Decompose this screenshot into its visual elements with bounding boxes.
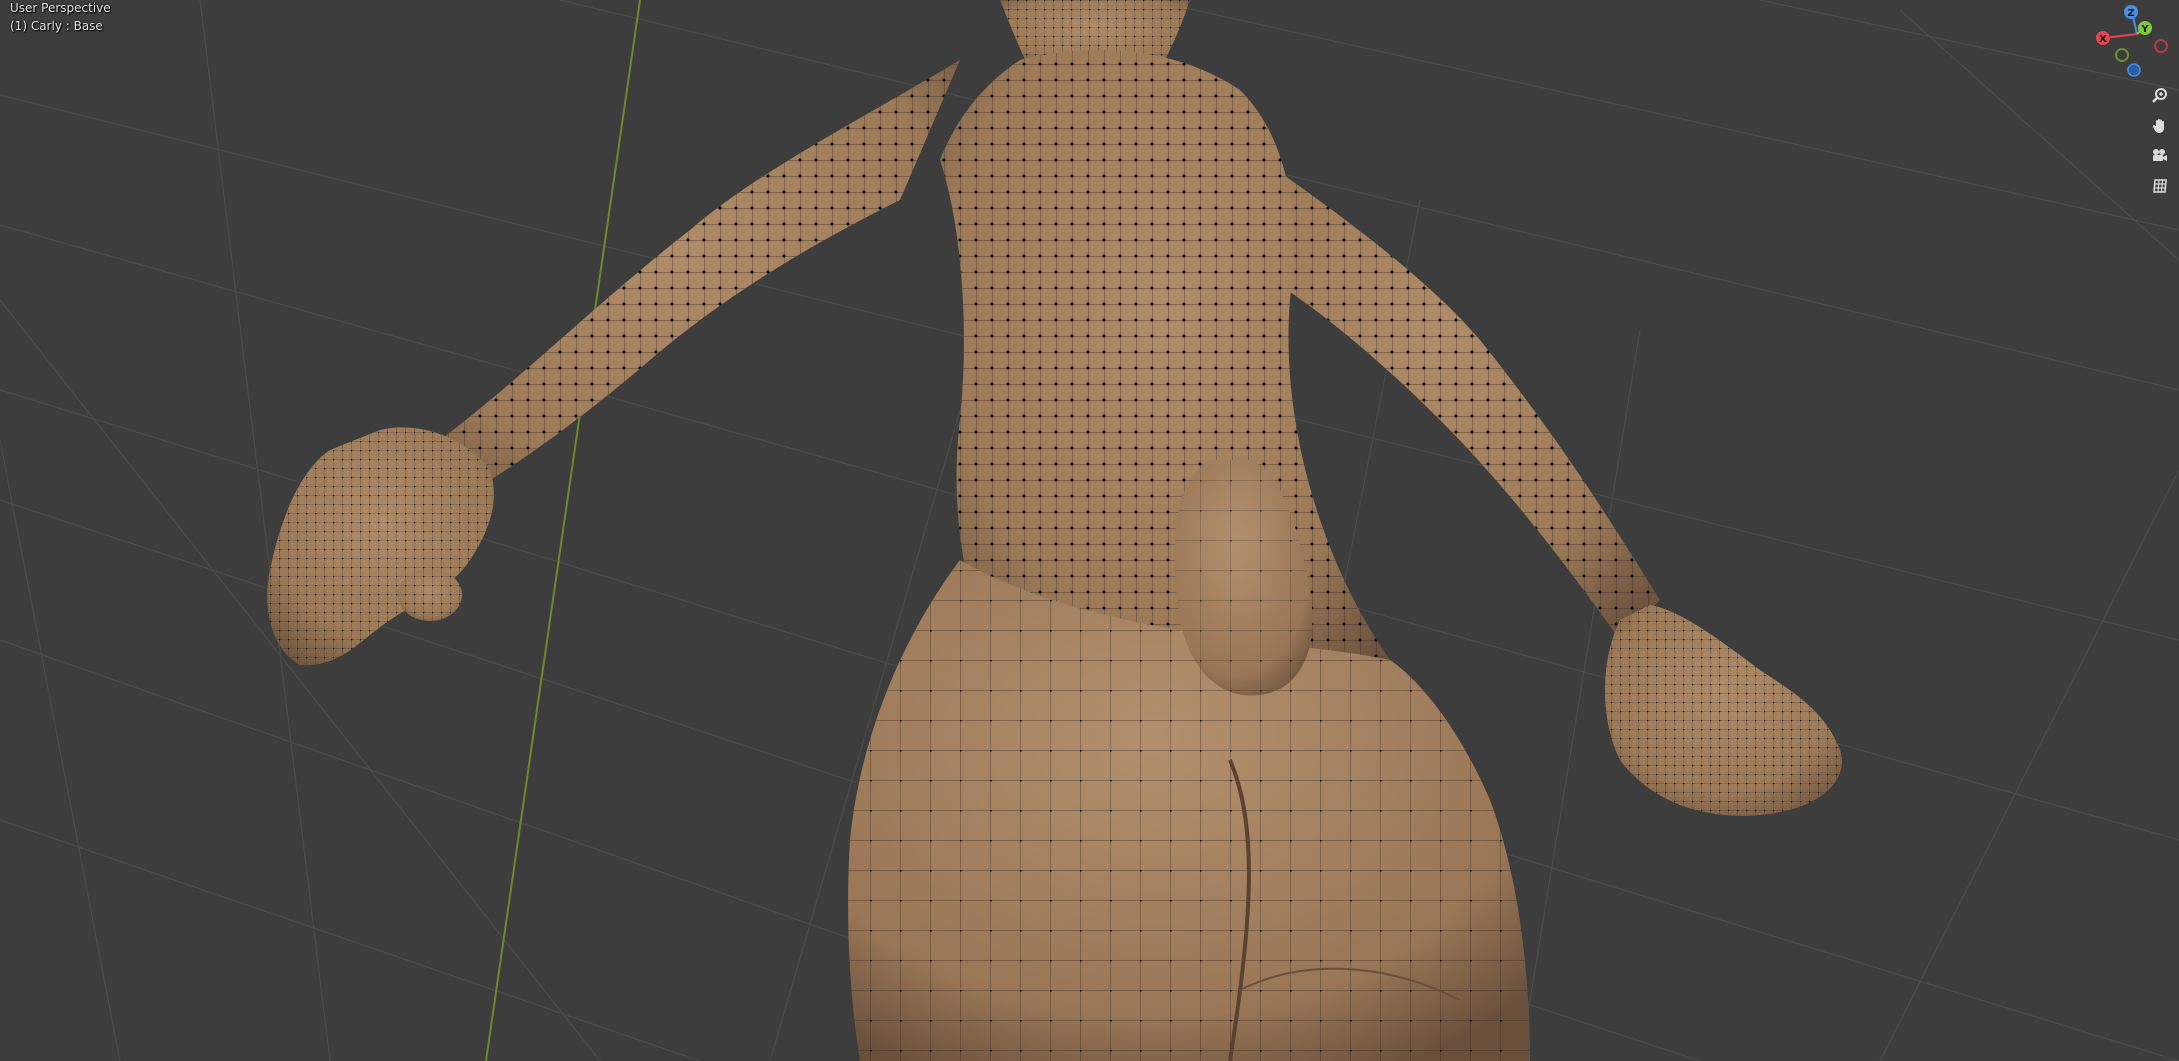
- view-name-label: User Perspective: [10, 1, 111, 15]
- y-axis-line: [485, 0, 641, 1061]
- camera-view-button[interactable]: [2146, 142, 2174, 170]
- hand-icon: [2152, 119, 2164, 133]
- gizmo-z-label: Z: [2127, 8, 2134, 19]
- gizmo-neg-y-icon: [2115, 48, 2129, 62]
- navigation-gizmo[interactable]: Z X Y: [2084, 0, 2179, 80]
- ortho-toggle-button[interactable]: [2146, 172, 2174, 200]
- pan-button[interactable]: [2146, 112, 2174, 140]
- zoom-button[interactable]: [2146, 82, 2174, 110]
- active-object-label: (1) Carly : Base: [10, 19, 103, 33]
- magnifier-icon: [2152, 88, 2167, 103]
- character-mesh: [267, 0, 1842, 1061]
- viewport-canvas[interactable]: [0, 0, 2179, 1061]
- navigation-tools: [2146, 82, 2174, 202]
- gizmo-neg-z-icon: [2127, 63, 2141, 77]
- grid-icon: [2153, 179, 2167, 193]
- gizmo-x-label: X: [2099, 34, 2107, 45]
- camera-icon: [2153, 149, 2167, 161]
- gizmo-neg-x-icon: [2154, 39, 2168, 53]
- gizmo-y-label: Y: [2140, 24, 2149, 35]
- 3d-viewport[interactable]: User Perspective (1) Carly : Base Z X Y: [0, 0, 2179, 1061]
